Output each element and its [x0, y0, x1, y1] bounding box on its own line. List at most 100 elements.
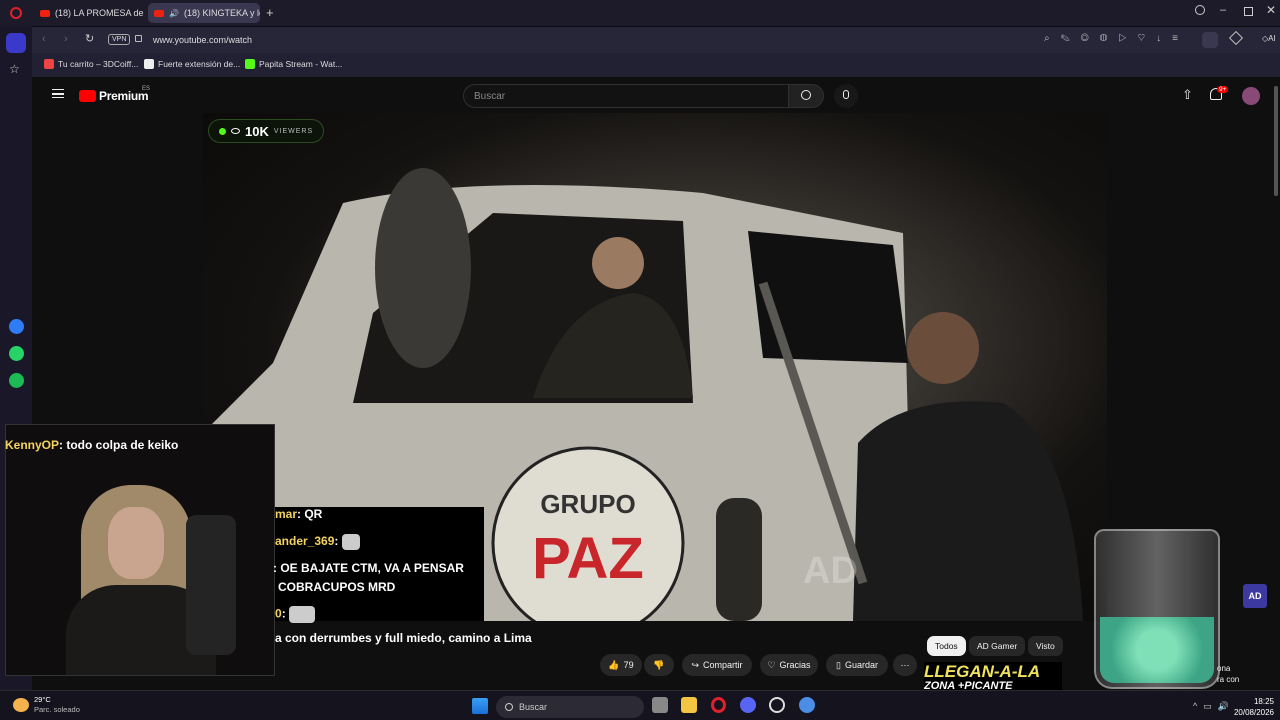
- tab-2-label: (18) KINGTEKA y los f: [183, 8, 260, 18]
- notification-badge: 9+: [1217, 86, 1229, 93]
- page-scrollbar[interactable]: [1274, 86, 1278, 196]
- chat-line-4: COBRACUPOS MRD: [278, 580, 396, 594]
- search-icon: [505, 703, 513, 711]
- share-button[interactable]: ↪ Compartir: [682, 654, 752, 676]
- aria-ai-button[interactable]: ◇AI: [1262, 34, 1276, 43]
- speaker-icon: 🔊: [169, 8, 179, 18]
- passenger-body: [853, 401, 1083, 621]
- opera-taskbar-icon[interactable]: [711, 697, 726, 713]
- file-explorer-icon[interactable]: [681, 697, 697, 713]
- bookmark-3-label: Papita Stream - Wat...: [259, 59, 343, 69]
- opera-logo-icon[interactable]: [10, 7, 22, 19]
- new-tab-button[interactable]: +: [266, 5, 274, 20]
- tab-1-label: (18) LA PROMESA de Kin: [55, 8, 144, 18]
- task-view-icon[interactable]: [652, 697, 668, 713]
- stream-banner: LLEGAN-A-LA ZONA +PICANTE: [924, 662, 1062, 690]
- forward-icon[interactable]: ›: [64, 33, 68, 45]
- maximize-button[interactable]: [1244, 7, 1253, 16]
- home-icon[interactable]: [6, 33, 26, 53]
- dislike-button[interactable]: 👎: [644, 654, 674, 676]
- thanks-label: Gracias: [779, 660, 811, 670]
- url-field[interactable]: www.youtube.com/watch: [153, 35, 252, 45]
- bookmark-favicon-icon: [144, 59, 154, 69]
- like-button[interactable]: 👍 79: [600, 654, 642, 676]
- chat-user: ander_369: [275, 534, 335, 549]
- search-icon: [801, 90, 811, 100]
- thanks-icon: ♡: [767, 659, 776, 670]
- streamer-face: [108, 507, 164, 579]
- share-label: Compartir: [703, 660, 743, 670]
- messenger-icon[interactable]: [9, 319, 24, 334]
- side-mirror: [375, 168, 471, 368]
- more-actions-button[interactable]: ⋯: [893, 654, 917, 676]
- weather-icon: [13, 698, 29, 712]
- lock-icon: [135, 35, 142, 42]
- side-text: ona ra con: [1217, 663, 1239, 685]
- close-button[interactable]: ✕: [1266, 3, 1276, 17]
- spotify-icon[interactable]: [9, 373, 24, 388]
- mic-button[interactable]: [834, 84, 858, 108]
- search-button[interactable]: [788, 84, 824, 108]
- channel-corner-logo[interactable]: AD: [1243, 584, 1267, 608]
- whatsapp-icon[interactable]: [9, 346, 24, 361]
- kick-favicon-icon: [245, 59, 255, 69]
- minimize-button[interactable]: –: [1220, 4, 1226, 16]
- chat-line-3: : OE BAJATE CTM, VA A PENSAR: [273, 561, 464, 575]
- tab-1[interactable]: (18) LA PROMESA de Kin: [34, 3, 144, 23]
- app-icon[interactable]: [769, 697, 785, 713]
- chip-todos[interactable]: Todos: [927, 636, 966, 656]
- video-title: a con derrumbes y full miedo, camino a L…: [275, 631, 532, 645]
- reload-icon[interactable]: ↻: [85, 32, 94, 45]
- search-input[interactable]: Buscar: [463, 84, 788, 108]
- thanks-button[interactable]: ♡ Gracias: [760, 654, 818, 676]
- gaming-chair: [186, 515, 236, 655]
- tab-search-icon[interactable]: [1195, 5, 1205, 15]
- save-label: Guardar: [844, 660, 878, 670]
- truck-brand-text: GRUPO: [540, 489, 635, 519]
- bookmark-1[interactable]: Tu carrito – 3DCoiff...: [44, 59, 138, 69]
- youtube-logo[interactable]: Premium: [79, 89, 149, 103]
- viewer-count-badge: 10K VIEWERS: [208, 119, 325, 143]
- tab-2-active[interactable]: 🔊 (18) KINGTEKA y los f: [148, 3, 260, 23]
- vpn-badge[interactable]: VPN: [108, 34, 131, 45]
- menu-icon-mid: [52, 93, 64, 95]
- banner-text: LLEGAN-A-LA: [924, 662, 1041, 681]
- chip-visto[interactable]: Visto: [1028, 636, 1063, 656]
- windows-start-icon[interactable]: [472, 698, 488, 714]
- avatar[interactable]: [1242, 87, 1260, 105]
- cat-emote-icon: [289, 606, 316, 623]
- driver-head: [592, 237, 644, 289]
- viewer-label: VIEWERS: [273, 127, 314, 135]
- settings-icon[interactable]: [799, 697, 815, 713]
- channel-watermark: AD: [803, 550, 858, 592]
- chat-text: : QR: [297, 507, 323, 521]
- chat-user: 0: [275, 606, 282, 621]
- weather-text: Parc. soleado: [34, 705, 80, 714]
- live-dot-icon: [219, 127, 226, 135]
- bookmark-3[interactable]: Papita Stream - Wat...: [245, 59, 342, 69]
- youtube-play-icon: [79, 90, 96, 102]
- toolbar-icons[interactable]: ⌕✎◎◍▷♡↓≡: [1044, 33, 1189, 44]
- clock-time: 18:25: [1253, 697, 1274, 706]
- star-icon[interactable]: ☆: [9, 62, 20, 76]
- chat-text: : todo colpa de keiko: [59, 438, 179, 452]
- bookmark-2-label: Fuerte extensión de...: [158, 59, 241, 69]
- save-button[interactable]: ▯ Guardar: [826, 654, 888, 676]
- chat-line-5: 0:: [275, 606, 316, 623]
- youtube-favicon-icon: [154, 9, 164, 17]
- side-text-2: ra con: [1217, 675, 1240, 684]
- back-icon[interactable]: ‹: [42, 33, 46, 45]
- discord-icon[interactable]: [740, 697, 756, 713]
- bookmark-2[interactable]: Fuerte extensión de...: [144, 59, 240, 69]
- region-code: ES: [142, 86, 151, 92]
- side-text-1: ona: [1217, 664, 1231, 673]
- profile-button[interactable]: [1202, 32, 1218, 48]
- tray-icons[interactable]: ^▭🔊: [1193, 701, 1235, 712]
- truck-brand-text-2: PAZ: [532, 526, 644, 591]
- clock[interactable]: 18:25 20/08/2026: [1230, 696, 1274, 718]
- chip-ad-gamer[interactable]: AD Gamer: [969, 636, 1026, 656]
- upload-icon[interactable]: ⇧: [1182, 87, 1193, 103]
- taskbar-search[interactable]: Buscar: [496, 696, 644, 718]
- weather-widget[interactable]: 29°C Parc. soleado: [13, 695, 80, 715]
- chat-text: :: [334, 534, 339, 549]
